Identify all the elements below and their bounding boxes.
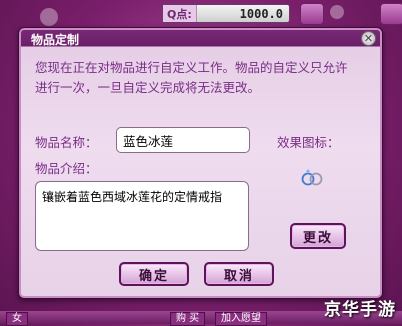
close-icon: ✕ (363, 32, 374, 45)
qpoints-display: Q点: 1000.0 (162, 4, 290, 23)
watermark: 京华手游 (324, 300, 396, 320)
effect-icon-label: 效果图标： (277, 135, 340, 150)
item-intro-label: 物品介绍： (35, 161, 98, 176)
item-intro-textarea[interactable]: 镶嵌着蓝色西域冰莲花的定情戒指 (35, 181, 249, 251)
item-name-input[interactable] (116, 127, 250, 153)
confirm-button[interactable]: 确定 (119, 262, 189, 286)
change-icon-button[interactable]: 更改 (290, 223, 346, 249)
background-sparkle (330, 5, 344, 19)
ring-icon (301, 169, 323, 186)
cancel-button[interactable]: 取消 (204, 262, 274, 286)
customize-item-dialog: 物品定制 ✕ 您现在正在对物品进行自定义工作。物品的自定义只允许进行一次，一旦自… (18, 27, 383, 299)
qpoints-label: Q点: (163, 5, 197, 22)
close-button[interactable]: ✕ (361, 31, 376, 46)
dialog-description: 您现在正在对物品进行自定义工作。物品的自定义只允许进行一次，一旦自定义完成将无法… (35, 60, 348, 95)
top-nav-button[interactable] (380, 3, 402, 25)
dialog-title-bar[interactable]: 物品定制 ✕ (19, 28, 382, 48)
qpoints-value: 1000.0 (239, 6, 283, 21)
item-name-label: 物品名称： (35, 135, 98, 150)
background-sparkle (40, 8, 58, 26)
dialog-title: 物品定制 (31, 33, 80, 47)
top-nav-button[interactable] (300, 3, 324, 25)
